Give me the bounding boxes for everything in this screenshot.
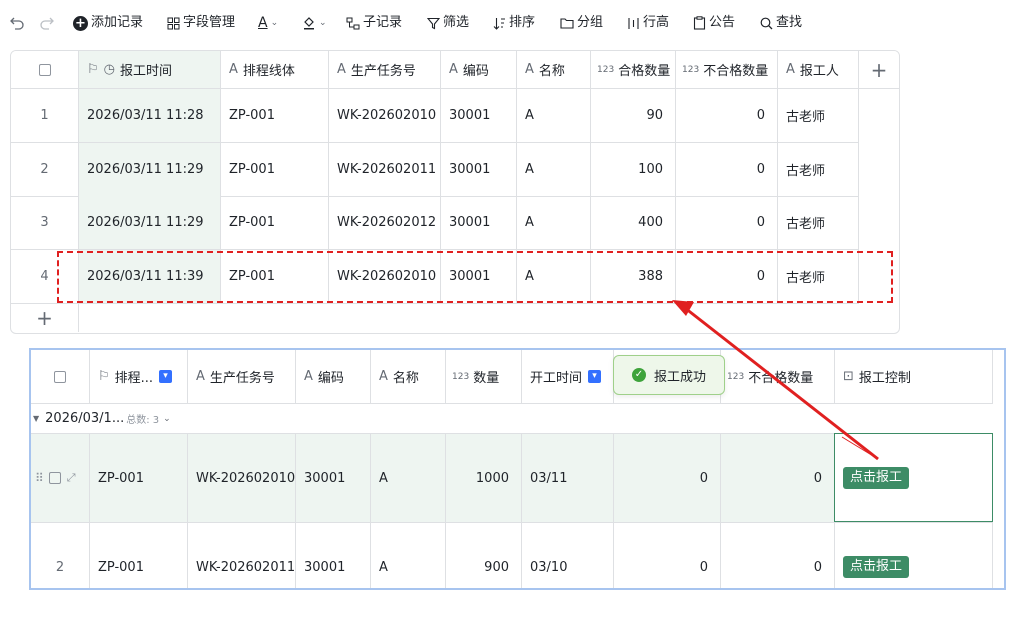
annotation-arrow xyxy=(672,300,879,461)
